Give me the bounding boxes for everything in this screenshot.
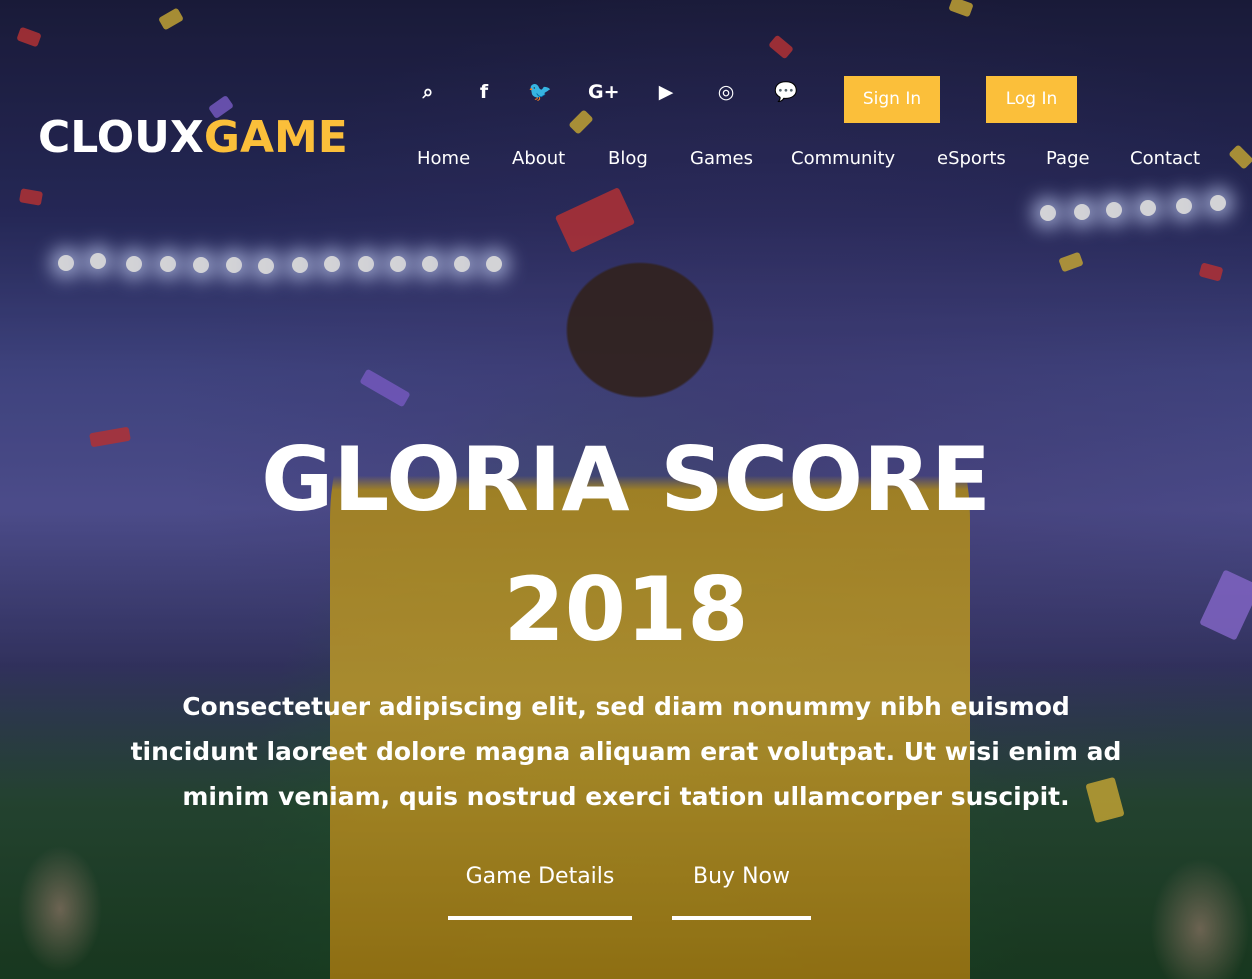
- buy-now-button[interactable]: Buy Now: [672, 860, 811, 920]
- buy-now-underline: [672, 916, 811, 920]
- facebook-icon[interactable]: f: [470, 78, 498, 106]
- hero-title-line-2: 2018: [503, 558, 749, 661]
- instagram-icon[interactable]: ◎: [712, 78, 740, 106]
- twitter-icon[interactable]: 🐦: [526, 78, 554, 106]
- hero-title-line-1: GLORIA SCORE: [261, 428, 991, 531]
- nav-item-about[interactable]: About: [512, 146, 565, 172]
- sign-in-button[interactable]: Sign In: [844, 76, 940, 123]
- buy-now-label: Buy Now: [693, 864, 790, 889]
- google-plus-icon[interactable]: G+: [588, 78, 620, 106]
- nav-item-home[interactable]: Home: [417, 146, 470, 172]
- log-in-button[interactable]: Log In: [986, 76, 1077, 123]
- nav-item-page[interactable]: Page: [1046, 146, 1090, 172]
- nav-item-blog[interactable]: Blog: [608, 146, 648, 172]
- youtube-icon[interactable]: ▶: [652, 78, 680, 106]
- nav-item-community[interactable]: Community: [791, 146, 895, 172]
- game-details-button[interactable]: Game Details: [448, 860, 632, 920]
- hero-description: Consectetuer adipiscing elit, sed diam n…: [130, 692, 1122, 811]
- chat-icon[interactable]: 💬: [772, 78, 800, 106]
- hero-section: CLOUXGAME ⌕ f 🐦 G+ ▶ ◎ 💬 Sign In Log In …: [0, 0, 1252, 979]
- search-icon[interactable]: ⌕: [414, 78, 442, 106]
- main-nav: Home About Blog Games Community eSports …: [0, 146, 1252, 176]
- game-details-underline: [448, 916, 632, 920]
- game-details-label: Game Details: [465, 864, 615, 889]
- nav-item-esports[interactable]: eSports: [937, 146, 1006, 172]
- nav-item-contact[interactable]: Contact: [1130, 146, 1200, 172]
- nav-item-games[interactable]: Games: [690, 146, 753, 172]
